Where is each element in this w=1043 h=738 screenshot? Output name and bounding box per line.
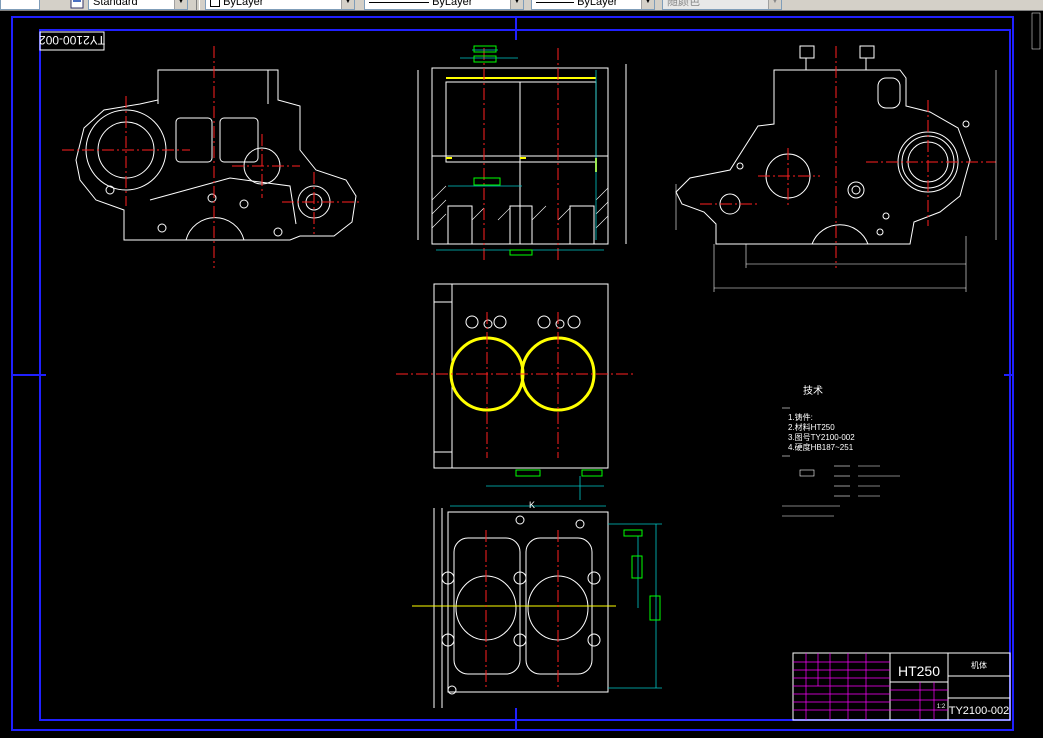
lineweight-select[interactable]: ByLayer ▼ bbox=[531, 0, 655, 10]
lineweight-sample-icon bbox=[536, 1, 574, 3]
chevron-down-icon[interactable]: ▼ bbox=[174, 0, 187, 9]
title-block-scale: 1:2 bbox=[937, 704, 946, 710]
text-style-value: Standard bbox=[93, 0, 138, 8]
tech-note-2: 2.材料HT250 bbox=[788, 422, 835, 432]
text-style-select[interactable]: Standard ▼ bbox=[88, 0, 188, 10]
linetype-select[interactable]: ByLayer ▼ bbox=[364, 0, 524, 10]
right-view-centerlines bbox=[700, 46, 996, 268]
bottom-view-tags bbox=[623, 529, 661, 621]
bottom-view-dimensions bbox=[450, 505, 662, 689]
color-select[interactable]: ByLayer ▼ bbox=[205, 0, 355, 10]
chevron-down-icon[interactable]: ▼ bbox=[510, 0, 523, 9]
title-block-material: HT250 bbox=[898, 663, 940, 679]
tech-note-1: 1.铸件: bbox=[788, 412, 813, 422]
top-view-tags bbox=[515, 469, 603, 477]
bottom-view bbox=[433, 508, 609, 708]
chevron-down-icon[interactable]: ▼ bbox=[341, 0, 354, 9]
bottom-view-centerlines bbox=[412, 530, 616, 690]
linetype-value: ByLayer bbox=[432, 0, 473, 8]
drawing-canvas[interactable]: TY2100-002 K 技术 1.铸件: 2.材料HT250 3.图号TY21… bbox=[0, 11, 1043, 738]
title-block-drawing-no: TY2100-002 bbox=[949, 705, 1010, 717]
text-style-icon[interactable] bbox=[70, 0, 84, 9]
top-view-centerlines bbox=[396, 312, 634, 458]
left-view-centerlines bbox=[62, 46, 360, 268]
right-side-view bbox=[675, 45, 971, 245]
top-view-dimensions bbox=[486, 476, 604, 500]
sheet-inner-border bbox=[39, 29, 1011, 721]
title-block-part-name: 机体 bbox=[971, 660, 987, 670]
section-label-k: K bbox=[529, 500, 535, 510]
toolbar-separator bbox=[196, 0, 200, 10]
plot-style-select[interactable]: 随颜色 ▼ bbox=[662, 0, 782, 10]
linetype-sample-icon bbox=[369, 1, 429, 3]
chevron-down-icon[interactable]: ▼ bbox=[641, 0, 654, 9]
front-section-highlight bbox=[446, 77, 597, 172]
technical-notes: 技术 1.铸件: 2.材料HT250 3.图号TY2100-002 4.硬度HB… bbox=[788, 384, 855, 452]
vertical-scrollbar[interactable] bbox=[1029, 11, 1043, 738]
color-swatch-icon bbox=[210, 0, 220, 8]
front-section-centerlines bbox=[483, 48, 559, 262]
chevron-down-icon[interactable]: ▼ bbox=[768, 0, 781, 9]
tech-note-4: 4.硬度HB187~251 bbox=[788, 442, 854, 452]
front-section-view bbox=[417, 64, 627, 245]
toolbar-blank-field[interactable] bbox=[0, 0, 40, 10]
lineweight-value: ByLayer bbox=[577, 0, 618, 8]
plot-style-value: 随颜色 bbox=[667, 0, 700, 8]
color-value: ByLayer bbox=[223, 0, 264, 8]
tech-note-3: 3.图号TY2100-002 bbox=[788, 433, 855, 442]
tech-notes-title: 技术 bbox=[803, 384, 823, 397]
rotated-drawing-number-text: TY2100-002 bbox=[39, 33, 105, 47]
rotated-drawing-number: TY2100-002 bbox=[39, 31, 105, 51]
properties-toolbar: Standard ▼ ByLayer ▼ ByLayer ▼ ByLayer ▼… bbox=[0, 0, 1043, 11]
